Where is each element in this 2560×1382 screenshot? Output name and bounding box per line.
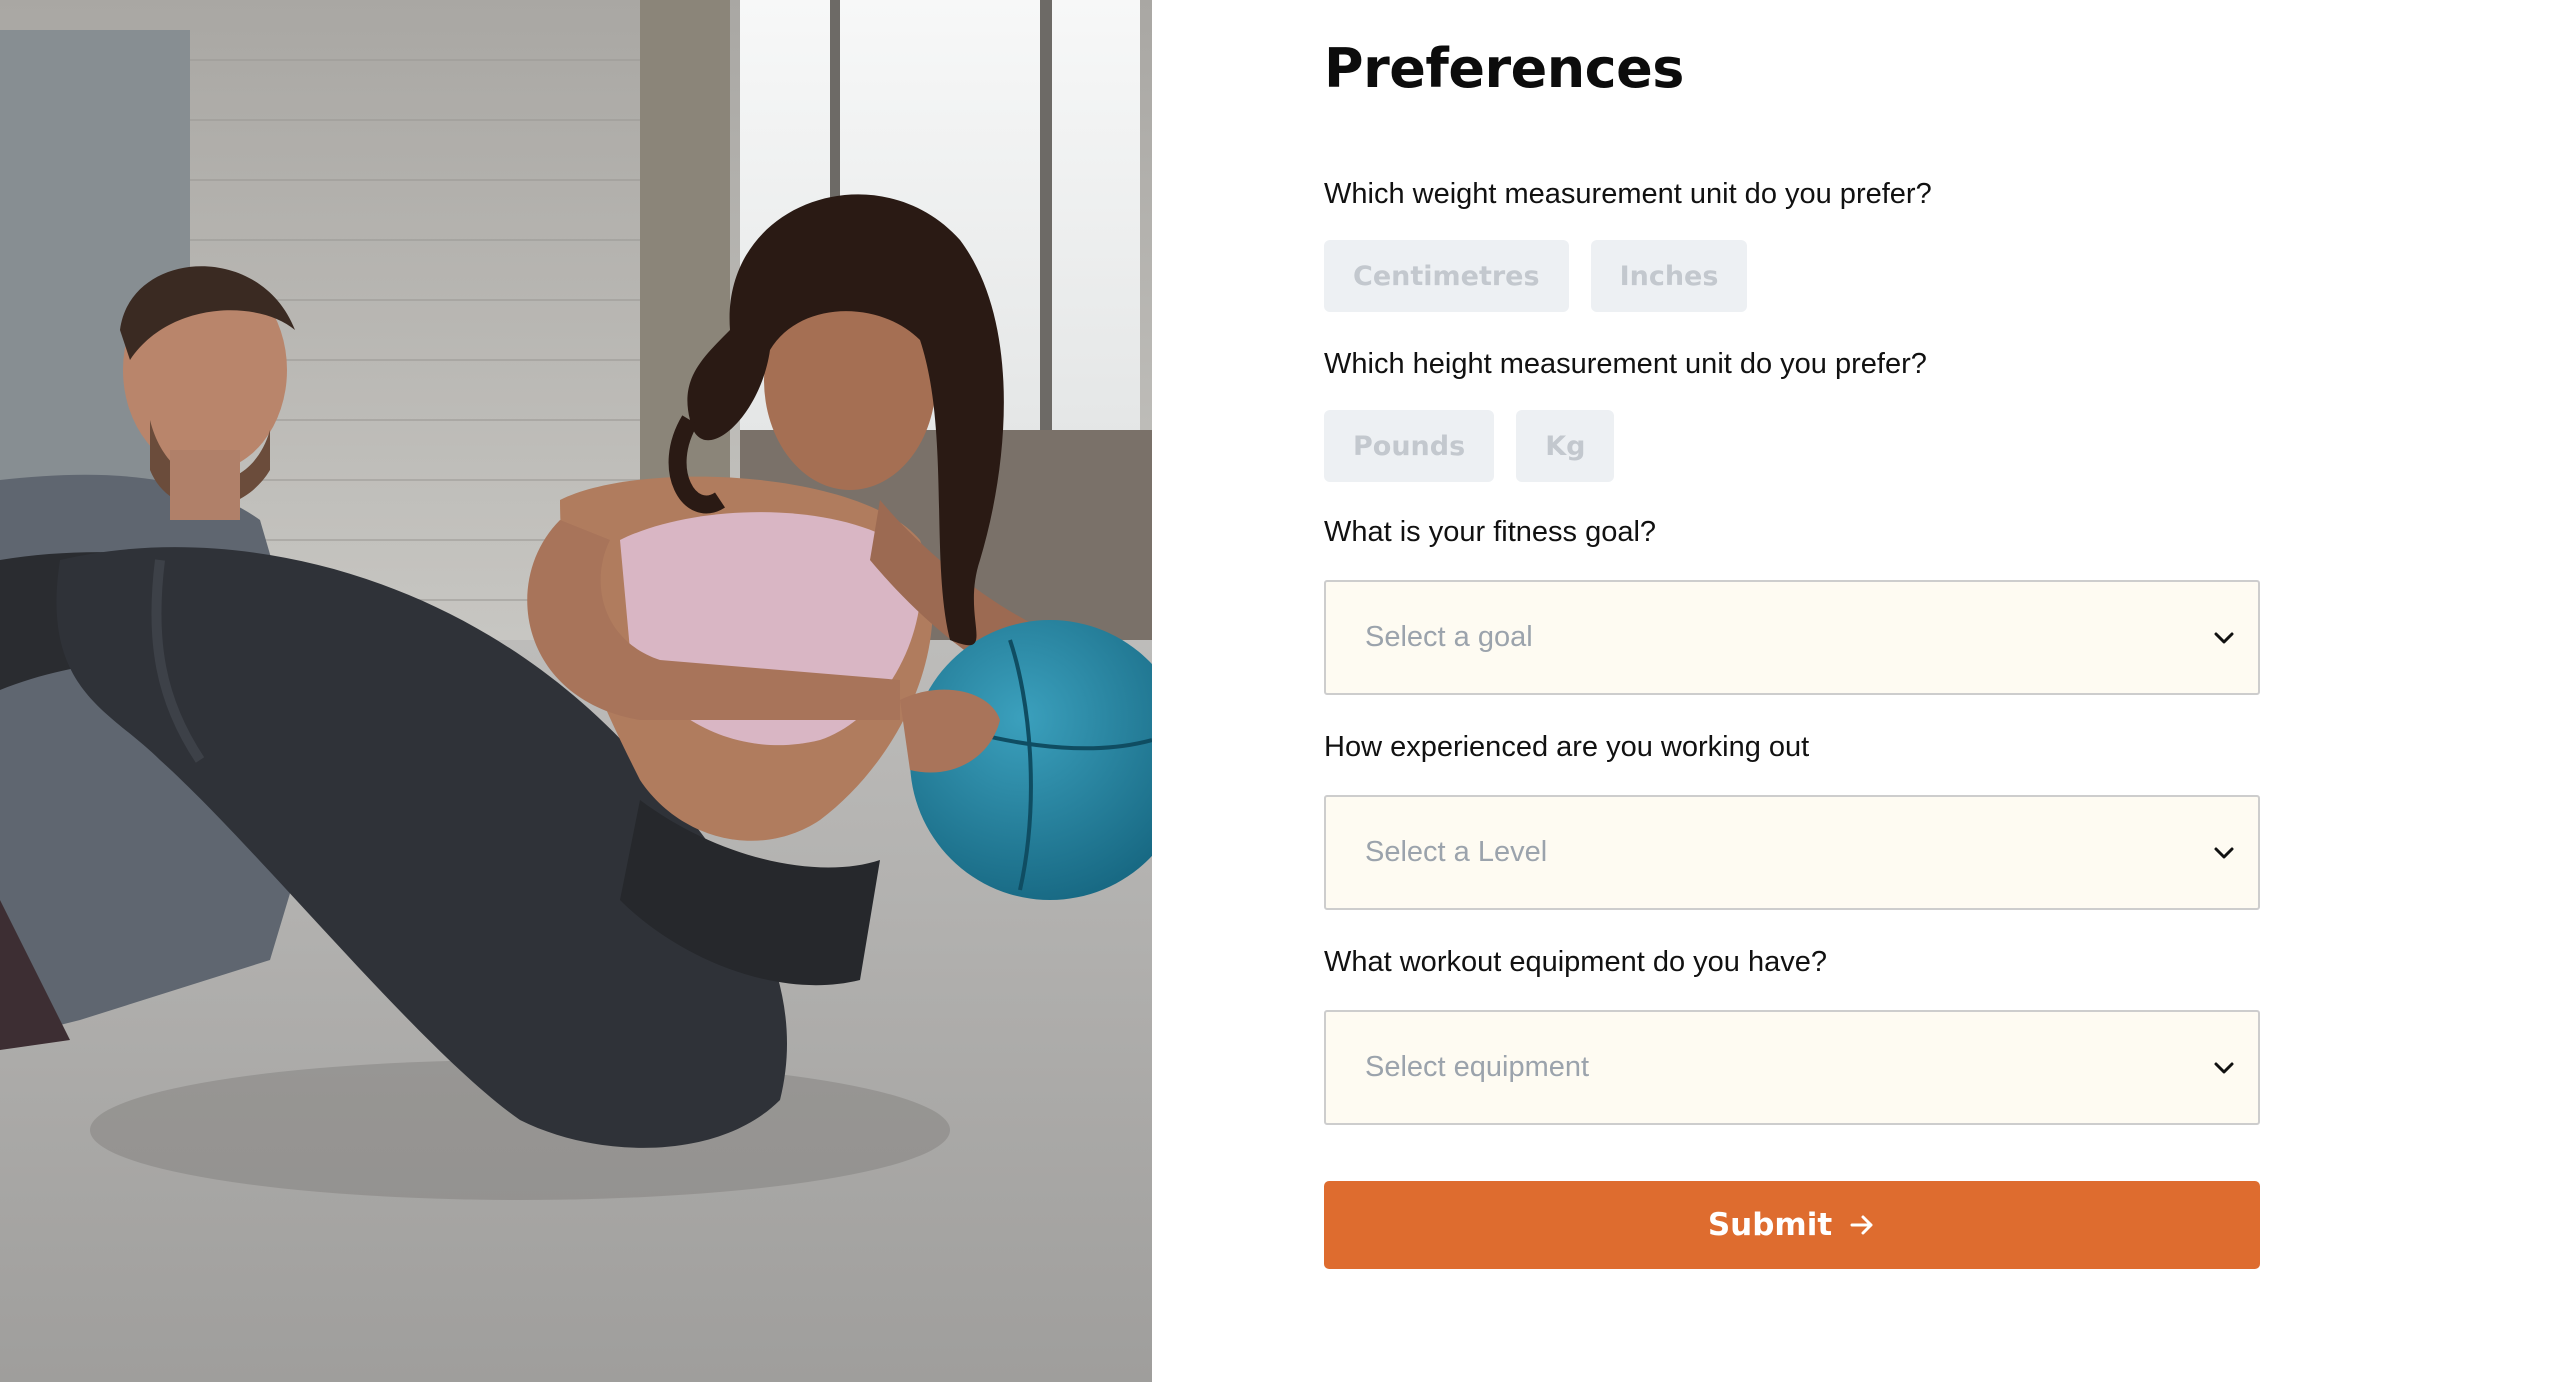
chevron-down-icon — [2212, 626, 2236, 650]
experience-level-select[interactable]: Select a Level — [1324, 795, 2260, 910]
preferences-panel: Preferences Which weight measurement uni… — [1152, 0, 2560, 1382]
page-title: Preferences — [1324, 37, 1684, 100]
equipment-placeholder: Select equipment — [1365, 1051, 1590, 1083]
chevron-down-icon — [2212, 841, 2236, 865]
chevron-down-icon — [2212, 1056, 2236, 1080]
fitness-goal-select[interactable]: Select a goal — [1324, 580, 2260, 695]
weight-unit-question: Which weight measurement unit do you pre… — [1324, 178, 1932, 210]
preferences-form: Preferences Which weight measurement uni… — [1324, 34, 2260, 1269]
weight-option-centimetres[interactable]: Centimetres — [1324, 240, 1569, 312]
height-option-kg[interactable]: Kg — [1516, 410, 1615, 482]
height-option-pounds[interactable]: Pounds — [1324, 410, 1495, 482]
height-unit-question: Which height measurement unit do you pre… — [1324, 348, 1927, 380]
hero-image — [0, 0, 1152, 1382]
equipment-select[interactable]: Select equipment — [1324, 1010, 2260, 1125]
weight-unit-options: Centimetres Inches — [1324, 240, 2260, 312]
weight-option-inches[interactable]: Inches — [1590, 240, 1748, 312]
height-unit-options: Pounds Kg — [1324, 410, 2260, 482]
experience-question: How experienced are you working out — [1324, 731, 1810, 763]
equipment-question: What workout equipment do you have? — [1324, 946, 1827, 978]
submit-label: Submit — [1707, 1207, 1833, 1243]
arrow-right-icon — [1850, 1212, 1876, 1238]
fitness-goal-placeholder: Select a goal — [1365, 621, 1533, 653]
submit-button[interactable]: Submit — [1324, 1181, 2260, 1269]
fitness-goal-question: What is your fitness goal? — [1324, 516, 1657, 548]
experience-level-placeholder: Select a Level — [1365, 836, 1548, 868]
